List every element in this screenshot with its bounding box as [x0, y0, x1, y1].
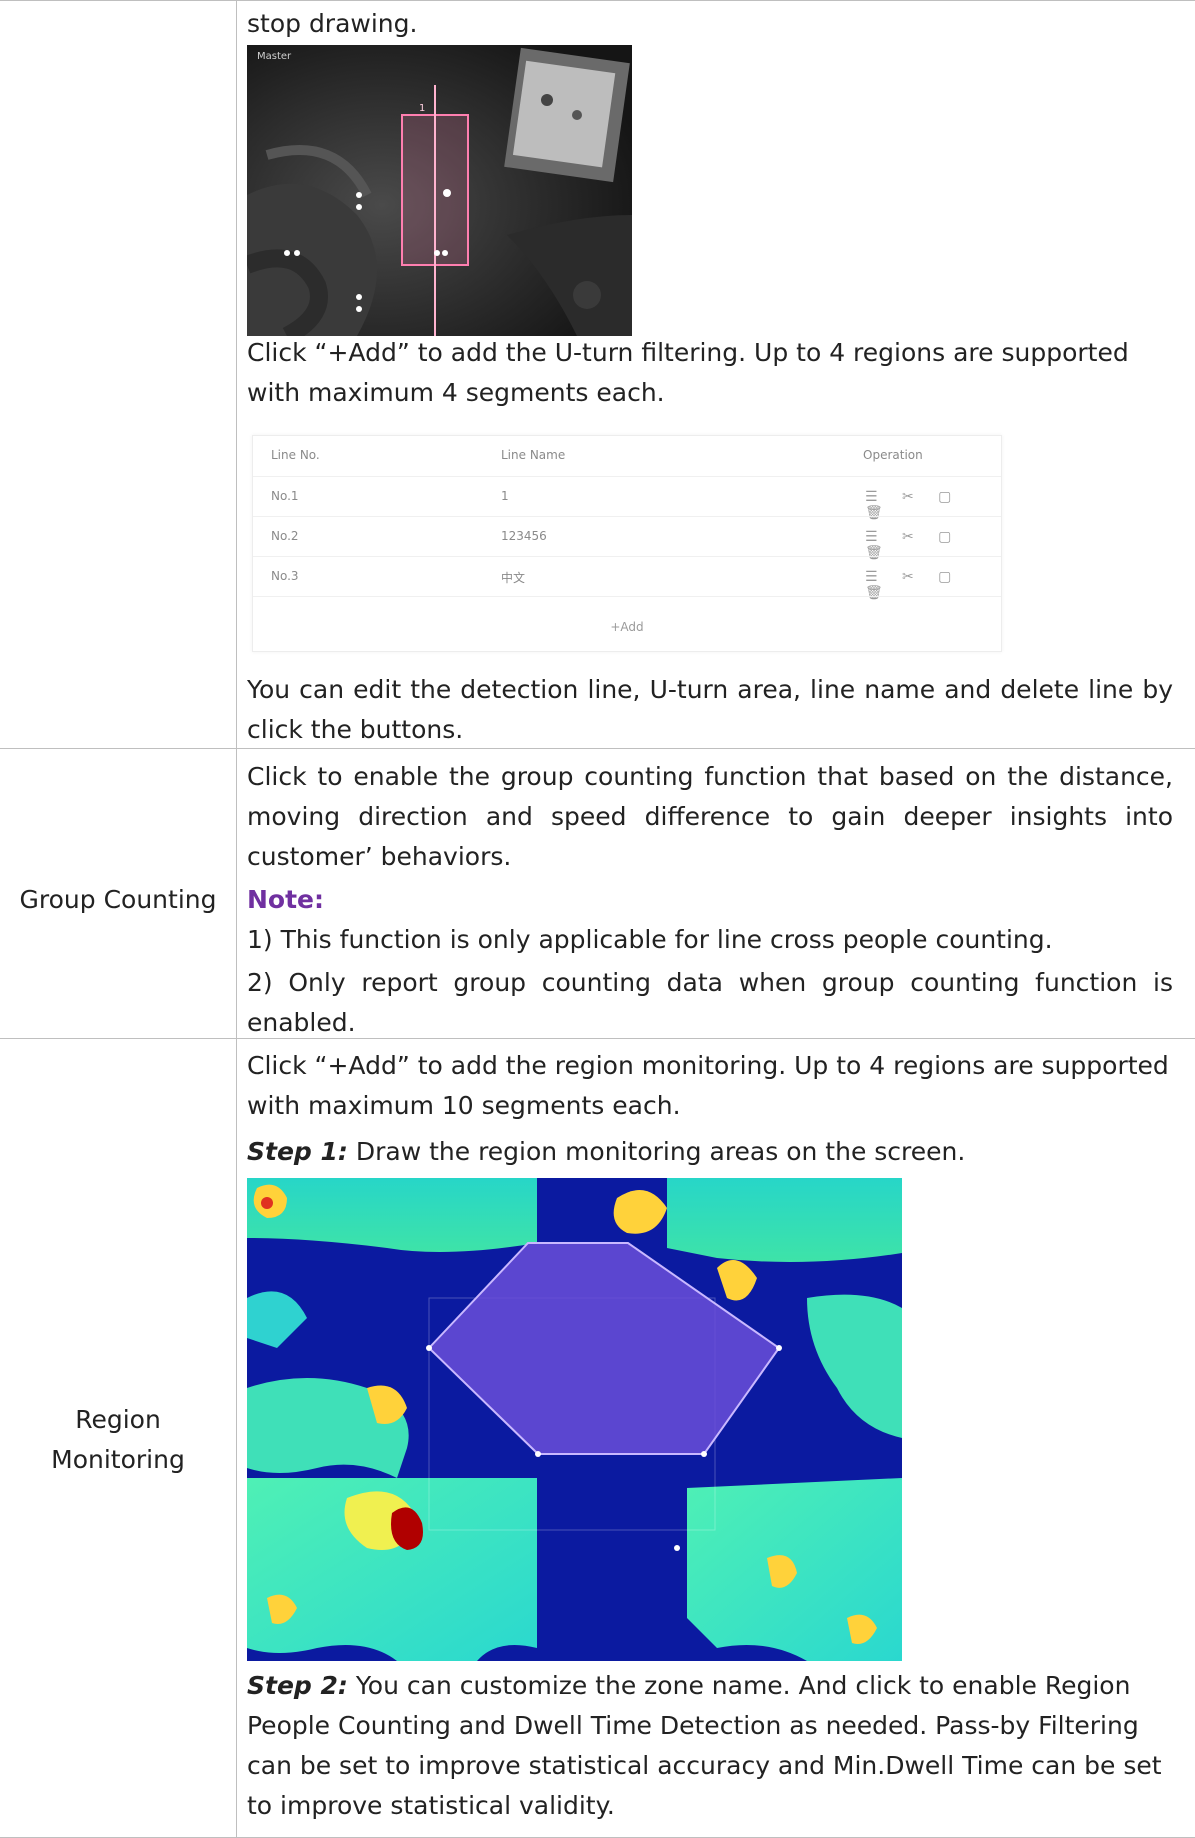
depth-heatmap-image — [247, 1178, 902, 1661]
step-2-label: Step 2: — [247, 1671, 348, 1700]
note-heading: Note: — [247, 880, 1173, 920]
camera-scene: 1 — [247, 45, 632, 336]
note-item-2: 2) Only report group counting data when … — [247, 968, 1173, 1037]
step-2: Step 2: You can customize the zone name.… — [247, 1666, 1173, 1826]
region-monitoring-label: Region Monitoring — [0, 1400, 236, 1480]
table-row: No.1 1 ☰ ✂ ▢ 🗑 — [253, 476, 1001, 521]
camera-caption: Master — [257, 51, 292, 62]
line-name-cell: 中文 — [501, 571, 526, 585]
add-line-button[interactable]: +Add — [253, 620, 1001, 634]
step-1-text: Draw the region monitoring areas on the … — [347, 1137, 966, 1166]
group-counting-description: Click to enable the group counting funct… — [247, 762, 1173, 871]
line-no-cell: No.1 — [271, 489, 299, 503]
table-top-border — [0, 0, 1195, 1]
heatmap-scene — [247, 1178, 902, 1661]
line-table-screenshot: Line No. Line Name Operation No.1 1 ☰ ✂ … — [252, 435, 1002, 652]
line-no-cell: No.2 — [271, 529, 299, 543]
camera-view-image: 1 Master — [247, 45, 632, 336]
step-1-label: Step 1: — [247, 1137, 348, 1166]
u-turn-add-text: Click “+Add” to add the U-turn filtering… — [247, 338, 1129, 407]
header-operation: Operation — [863, 448, 923, 462]
step-2-text: You can customize the zone name. And cli… — [247, 1671, 1162, 1820]
line-no-cell: No.3 — [271, 569, 299, 583]
line-table-header: Line No. Line Name Operation — [253, 436, 1001, 476]
svg-text:1: 1 — [419, 103, 425, 114]
table-row: No.3 中文 ☰ ✂ ▢ 🗑 — [253, 556, 1001, 601]
spec-table: stop drawing. 1 Master Click “+Add” to a… — [0, 0, 1195, 1838]
region-add-text: Click “+Add” to add the region monitorin… — [247, 1051, 1169, 1120]
step-1: Step 1: Draw the region monitoring areas… — [247, 1132, 1173, 1172]
table-row: No.2 123456 ☰ ✂ ▢ 🗑 — [253, 516, 1001, 561]
header-line-no: Line No. — [271, 448, 320, 462]
line-name-cell: 123456 — [501, 529, 547, 543]
line-name-cell: 1 — [501, 489, 509, 503]
column-divider — [236, 0, 237, 1838]
group-counting-label: Group Counting — [19, 885, 217, 914]
region-monitoring-label-line2: Monitoring — [51, 1445, 185, 1474]
header-line-name: Line Name — [501, 448, 566, 462]
u-turn-edit-text: You can edit the detection line, U-turn … — [247, 675, 1173, 744]
intro-fragment: stop drawing. — [247, 9, 418, 38]
region-monitoring-label-line1: Region — [75, 1405, 161, 1434]
note-item-1: 1) This function is only applicable for … — [247, 925, 1053, 954]
note-heading-text: Note: — [247, 885, 325, 914]
